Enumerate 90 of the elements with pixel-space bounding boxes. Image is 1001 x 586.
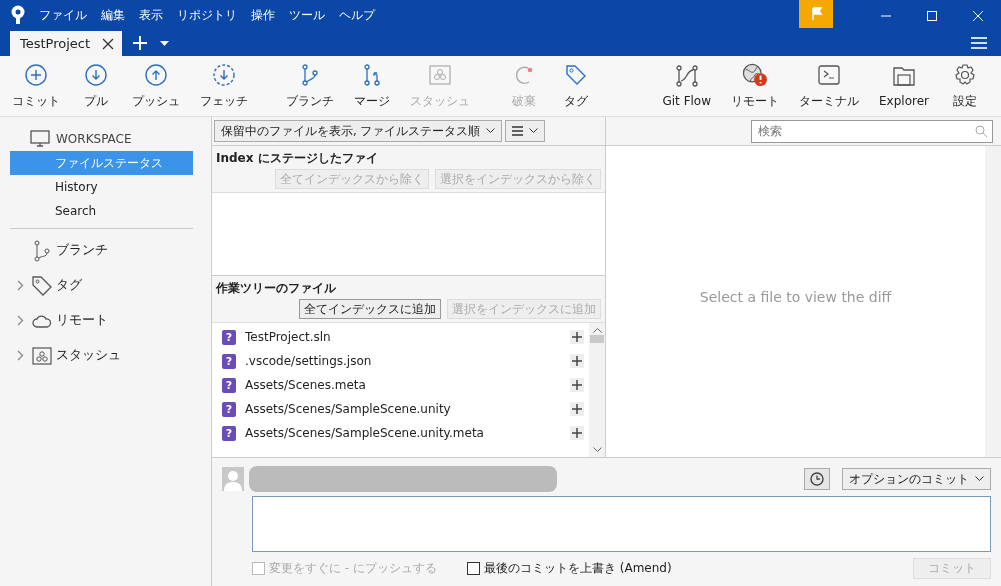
status-badge: ? xyxy=(222,377,236,393)
toolbar-button[interactable]: Explorer xyxy=(873,62,935,110)
stage-button[interactable]: 全てインデックスに追加 xyxy=(299,299,441,319)
sidebar-section[interactable]: スタッシュ xyxy=(56,347,121,364)
menu-item[interactable]: 編集 xyxy=(101,6,125,24)
status-badge: ? xyxy=(222,425,236,441)
commit-message-field[interactable] xyxy=(252,496,991,552)
file-path[interactable]: Assets/Scenes/SampleScene.unity xyxy=(245,402,570,416)
chevron-down-icon xyxy=(486,128,496,134)
toolbar-button[interactable]: フェッチ xyxy=(194,60,254,112)
clock-button[interactable] xyxy=(804,468,830,490)
up-arrow-circle-icon xyxy=(145,62,167,87)
plus-icon[interactable] xyxy=(570,378,584,392)
status-badge: ? xyxy=(222,329,236,345)
dashed-down-arrow-circle-icon xyxy=(213,62,235,87)
toolbar-button[interactable]: コミット xyxy=(6,60,66,112)
repository-tab[interactable]: TestProject xyxy=(10,31,123,56)
close-icon[interactable] xyxy=(102,37,115,50)
add-tab-icon[interactable] xyxy=(132,35,149,51)
status-badge: ? xyxy=(222,401,236,417)
file-path[interactable]: .vscode/settings.json xyxy=(245,354,570,368)
branch-icon xyxy=(34,239,50,262)
sidebar-item[interactable]: Search xyxy=(10,199,193,223)
app-logo-icon xyxy=(10,5,26,25)
sidebar-item[interactable]: History xyxy=(10,175,193,199)
plus-circle-icon xyxy=(25,62,47,87)
scroll-thumb[interactable] xyxy=(590,335,604,343)
tag-icon xyxy=(32,275,52,296)
terminal-icon xyxy=(818,62,841,87)
section-heading: WORKSPACE xyxy=(56,132,132,146)
monitor-icon xyxy=(30,130,50,148)
toolbar-button[interactable]: マージ xyxy=(348,60,396,112)
menu-item[interactable]: リポジトリ xyxy=(177,6,237,24)
chevron-right-icon[interactable] xyxy=(16,315,24,326)
toolbar-button[interactable]: タグ xyxy=(554,60,598,112)
file-path[interactable]: TestProject.sln xyxy=(245,330,570,344)
branch-icon xyxy=(301,62,319,87)
plus-icon[interactable] xyxy=(570,426,584,440)
stash-icon xyxy=(429,62,451,87)
checkbox[interactable] xyxy=(466,562,480,575)
chevron-right-icon[interactable] xyxy=(16,280,24,291)
chevron-down-icon xyxy=(529,128,539,134)
filter-dropdown[interactable]: 保留中のファイルを表示, ファイルステータス順 xyxy=(214,120,503,142)
menu-icon[interactable] xyxy=(971,36,987,50)
list-icon xyxy=(512,126,524,136)
chevron-right-icon[interactable] xyxy=(16,350,24,361)
file-path[interactable]: Assets/Scenes/SampleScene.unity.meta xyxy=(245,426,570,440)
checkbox-label[interactable]: 最後のコミットを上書き (Amend) xyxy=(483,560,672,577)
toolbar-button[interactable]: プッシュ xyxy=(126,60,186,112)
plus-icon[interactable] xyxy=(570,354,584,368)
toolbar-button[interactable]: プル xyxy=(74,60,118,112)
toolbar-button[interactable]: Git Flow xyxy=(656,62,718,110)
chevron-down-icon xyxy=(975,476,984,482)
plus-icon[interactable] xyxy=(570,402,584,416)
scrollbar[interactable] xyxy=(985,146,1001,457)
avatar-icon xyxy=(222,467,244,491)
commit-options-dropdown[interactable]: オプションのコミット xyxy=(842,468,991,490)
git-flow-icon xyxy=(675,64,698,88)
stash-icon xyxy=(32,346,52,365)
toolbar-button[interactable]: リモート xyxy=(725,60,786,112)
view-dropdown[interactable] xyxy=(505,120,546,142)
menu-item[interactable]: ツール xyxy=(289,6,325,24)
tag-icon xyxy=(565,62,587,87)
caret-icon[interactable] xyxy=(160,41,170,47)
scrollbar[interactable] xyxy=(589,323,605,457)
status-badge: ? xyxy=(222,353,236,369)
toolbar-button[interactable]: ブランチ xyxy=(280,60,340,112)
sidebar-section[interactable]: ブランチ xyxy=(56,242,108,259)
settings-icon xyxy=(954,62,976,87)
menu-item[interactable]: 表示 xyxy=(139,6,163,24)
sidebar-section[interactable]: タグ xyxy=(56,277,82,294)
menu-item[interactable]: ファイル xyxy=(39,6,87,24)
empty-message: Select a file to view the diff xyxy=(698,288,893,305)
scroll-down-icon[interactable] xyxy=(592,447,602,453)
folder-icon xyxy=(893,64,915,88)
file-path[interactable]: Assets/Scenes.meta xyxy=(245,378,570,392)
section-title: Index にステージしたファイ xyxy=(216,150,379,167)
merge-icon xyxy=(363,62,381,87)
plus-icon[interactable] xyxy=(570,330,584,344)
toolbar-button[interactable]: ターミナル xyxy=(793,60,866,112)
toolbar-button[interactable]: 設定 xyxy=(943,60,987,112)
menu-item[interactable]: ヘルプ xyxy=(339,6,375,24)
section-title: 作業ツリーのファイル xyxy=(216,280,337,297)
down-arrow-circle-icon xyxy=(85,62,107,87)
menu-item[interactable]: 操作 xyxy=(251,6,275,24)
scroll-up-icon[interactable] xyxy=(592,327,602,333)
cloud-icon xyxy=(32,313,52,328)
sidebar-section[interactable]: リモート xyxy=(56,312,108,329)
search-icon xyxy=(975,124,988,138)
search-field[interactable]: 検索 xyxy=(751,119,993,143)
